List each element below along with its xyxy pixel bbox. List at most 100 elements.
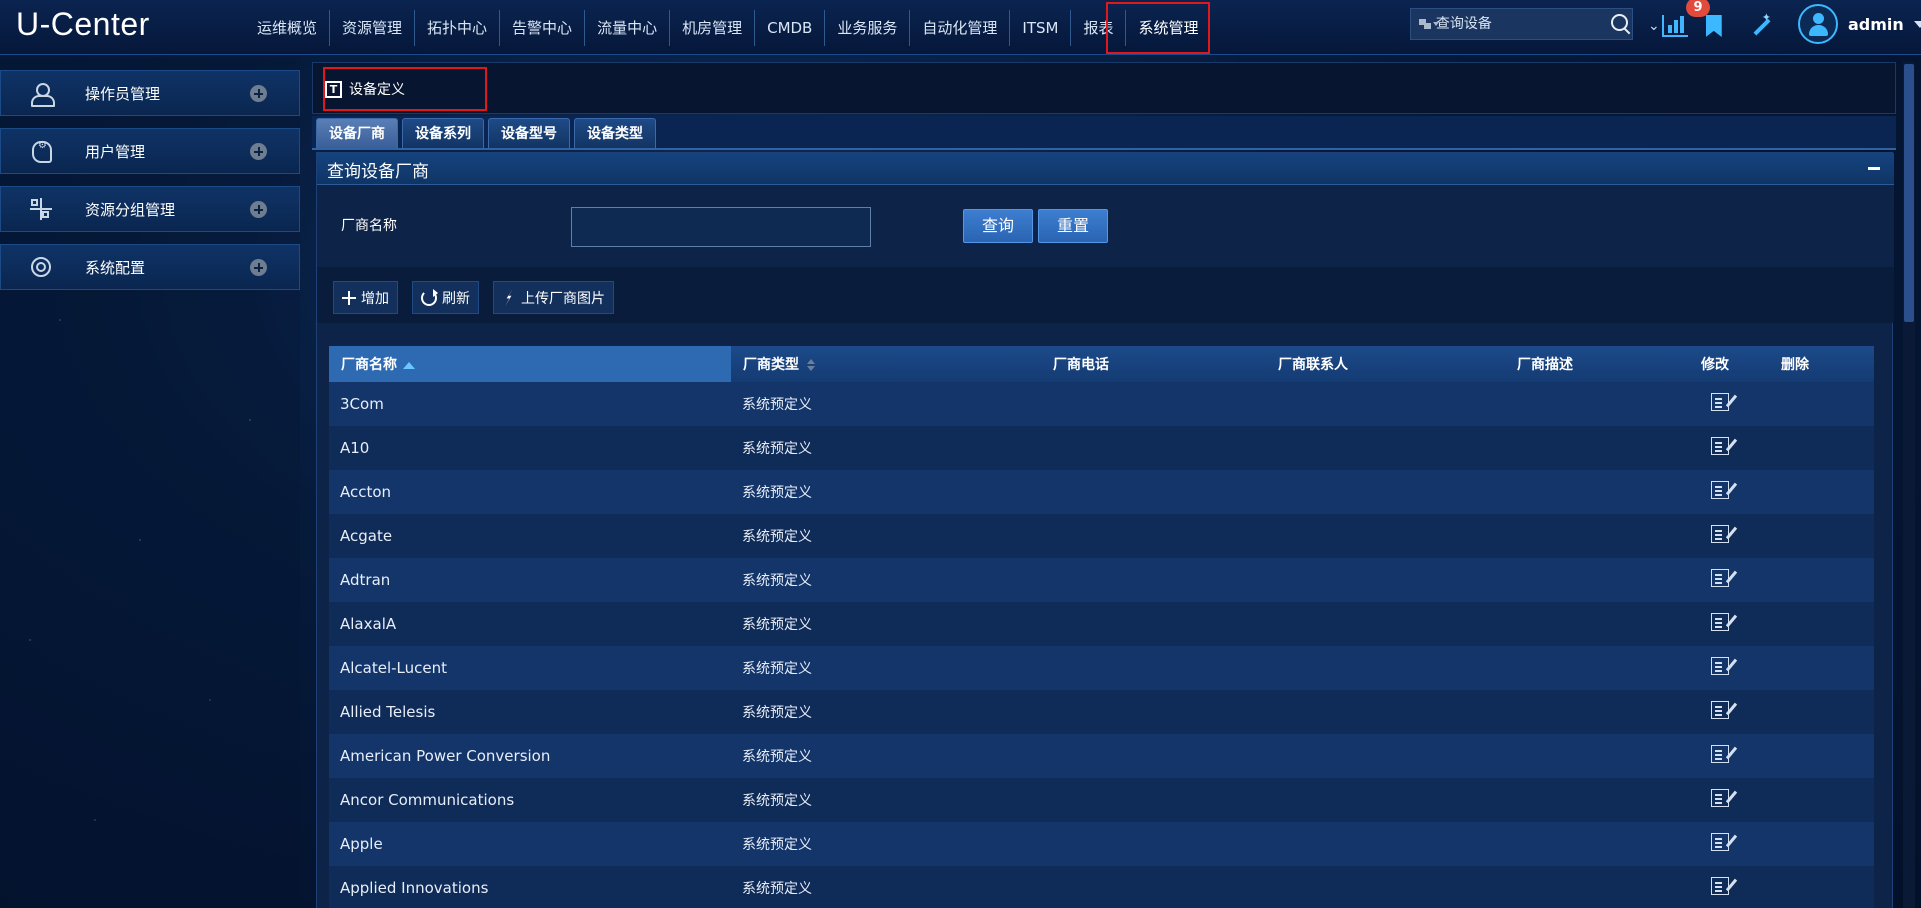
edit-cell: [1661, 734, 1769, 778]
vendor-description-cell: [1429, 734, 1661, 778]
page-scrollbar[interactable]: [1903, 62, 1915, 908]
user-menu[interactable]: admin: [1798, 4, 1921, 44]
nav-highlight-box: [1106, 2, 1210, 54]
collapse-minus-icon[interactable]: [1868, 167, 1880, 170]
vendor-type-cell: 系统预定义: [742, 881, 812, 897]
vendor-type-cell: 系统预定义: [742, 661, 812, 677]
vendor-contact-cell: [1197, 426, 1429, 470]
vendor-phone-cell: [965, 514, 1197, 558]
add-button[interactable]: 增加: [333, 281, 398, 314]
edit-icon[interactable]: [1711, 569, 1729, 587]
table-row: Acgate 系统预定义: [329, 514, 1874, 558]
delete-cell: [1769, 646, 1874, 690]
sidebar-item-label: 操作员管理: [85, 84, 161, 103]
edit-icon[interactable]: [1711, 789, 1729, 807]
sidebar-item-system-config[interactable]: 系统配置: [0, 244, 300, 290]
nav-item-alarm[interactable]: 告警中心: [500, 9, 586, 46]
nav-item-business[interactable]: 业务服务: [825, 9, 911, 46]
nav-item-datacenter[interactable]: 机房管理: [670, 9, 756, 46]
expand-plus-icon[interactable]: [250, 85, 267, 102]
reset-button[interactable]: 重置: [1038, 209, 1109, 243]
vendor-phone-cell: [965, 470, 1197, 514]
column-header-vendor-type[interactable]: 厂商类型: [731, 346, 965, 382]
edit-icon[interactable]: [1711, 833, 1729, 851]
vendor-phone-cell: [965, 866, 1197, 908]
edit-icon[interactable]: [1711, 393, 1729, 411]
app-logo[interactable]: U-Center: [16, 6, 150, 43]
vendor-description-cell: [1429, 382, 1661, 426]
user-settings-icon: [29, 140, 53, 163]
bar-chart-icon[interactable]: [1661, 15, 1688, 37]
edit-icon[interactable]: [1711, 657, 1729, 675]
nav-item-itsm[interactable]: ITSM: [1010, 9, 1072, 46]
edit-cell: [1661, 470, 1769, 514]
delete-cell: [1769, 822, 1874, 866]
delete-cell: [1769, 426, 1874, 470]
caret-down-icon[interactable]: [1913, 20, 1921, 28]
main-nav: 运维概览 资源管理 拓扑中心 告警中心 流量中心 机房管理 CMDB 业务服务 …: [245, 0, 1210, 55]
query-form: 厂商名称 查询 重置: [317, 185, 1894, 267]
device-search-input[interactable]: [1435, 16, 1610, 32]
refresh-button[interactable]: 刷新: [412, 281, 479, 314]
expand-plus-icon[interactable]: [250, 259, 267, 276]
nav-item-traffic[interactable]: 流量中心: [585, 9, 671, 46]
vendor-description-cell: [1429, 646, 1661, 690]
edit-icon[interactable]: [1711, 877, 1729, 895]
edit-cell: [1661, 558, 1769, 602]
search-button[interactable]: 查询: [963, 209, 1034, 243]
vendor-name-cell: AlaxalA: [340, 615, 397, 633]
nav-item-cmdb[interactable]: CMDB: [755, 9, 826, 46]
tab-model[interactable]: 设备型号: [488, 118, 570, 148]
column-header-vendor-name[interactable]: 厂商名称: [329, 346, 731, 382]
table-row: Alcatel-Lucent 系统预定义: [329, 646, 1874, 690]
toolbar: 增加 刷新 上传厂商图片: [317, 267, 1894, 323]
main-content: T 设备定义 设备厂商 设备系列 设备型号 设备类型 查询设备厂商 厂商名称 查…: [312, 62, 1896, 908]
table-row: Apple 系统预定义: [329, 822, 1874, 866]
upload-vendor-image-button[interactable]: 上传厂商图片: [493, 281, 614, 314]
edit-icon[interactable]: [1711, 437, 1729, 455]
sidebar-item-operator[interactable]: 操作员管理: [0, 70, 300, 116]
sidebar-item-resource-group[interactable]: 资源分组管理: [0, 186, 300, 232]
edit-cell: [1661, 602, 1769, 646]
delete-cell: [1769, 558, 1874, 602]
expand-plus-icon[interactable]: [250, 201, 267, 218]
vendor-description-cell: [1429, 426, 1661, 470]
vendor-phone-cell: [965, 382, 1197, 426]
nav-item-automation[interactable]: 自动化管理: [910, 9, 1011, 46]
upload-icon: [502, 289, 516, 307]
tab-vendor[interactable]: 设备厂商: [316, 118, 398, 148]
vendor-contact-cell: [1197, 470, 1429, 514]
nav-item-resource[interactable]: 资源管理: [330, 9, 416, 46]
column-header-description: 厂商描述: [1517, 357, 1573, 373]
vendor-description-cell: [1429, 690, 1661, 734]
bookmark-icon[interactable]: [1705, 15, 1722, 37]
nav-item-topology[interactable]: 拓扑中心: [415, 9, 501, 46]
avatar[interactable]: [1798, 4, 1838, 44]
table-row: Ancor Communications 系统预定义: [329, 778, 1874, 822]
tab-type[interactable]: 设备类型: [574, 118, 656, 148]
nav-item-overview[interactable]: 运维概览: [245, 9, 331, 46]
search-icon[interactable]: [1610, 13, 1629, 35]
upload-button-label: 上传厂商图片: [521, 290, 605, 307]
plus-icon: [342, 290, 356, 305]
double-chevron-down-icon[interactable]: ⌄: [1648, 18, 1660, 34]
edit-icon[interactable]: [1711, 613, 1729, 631]
column-header-edit: 修改: [1701, 357, 1729, 373]
edit-icon[interactable]: [1711, 701, 1729, 719]
scrollbar-thumb[interactable]: [1904, 64, 1914, 322]
user-name[interactable]: admin: [1848, 15, 1904, 34]
sidebar-item-user[interactable]: 用户管理: [0, 128, 300, 174]
expand-plus-icon[interactable]: [250, 143, 267, 160]
table-row: Adtran 系统预定义: [329, 558, 1874, 602]
device-type-icon[interactable]: [1419, 17, 1439, 31]
edit-icon[interactable]: [1711, 481, 1729, 499]
column-header-phone: 厂商电话: [1053, 357, 1109, 373]
vendor-name-input[interactable]: [571, 207, 871, 247]
tab-series[interactable]: 设备系列: [402, 118, 484, 148]
vendor-contact-cell: [1197, 514, 1429, 558]
vendor-description-cell: [1429, 514, 1661, 558]
edit-icon[interactable]: [1711, 525, 1729, 543]
edit-icon[interactable]: [1711, 745, 1729, 763]
table-row: Applied Innovations 系统预定义: [329, 866, 1874, 908]
magic-wand-icon[interactable]: [1750, 11, 1772, 37]
